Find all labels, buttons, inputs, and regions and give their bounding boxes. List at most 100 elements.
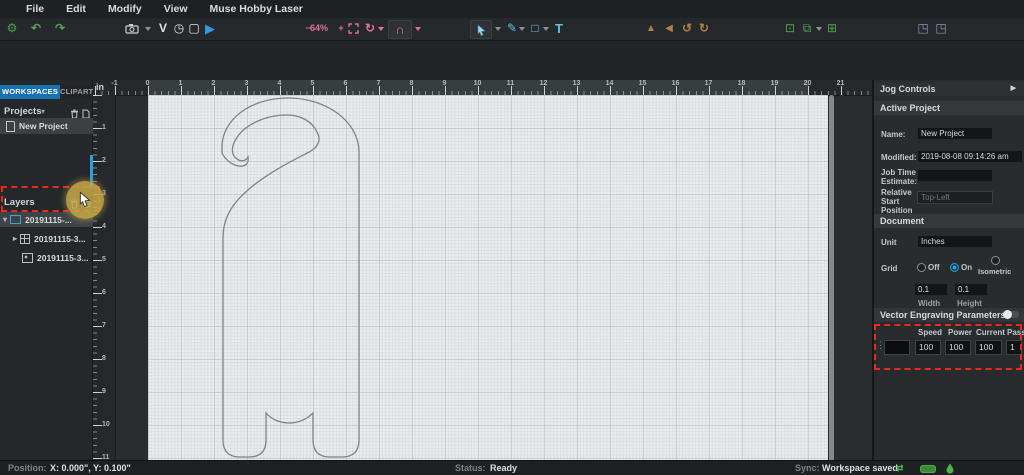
height-label: Height: [957, 299, 982, 308]
rectangle-tool-icon[interactable]: □: [527, 20, 543, 37]
layer-row-vector[interactable]: ▸ 20191115-3...: [0, 230, 93, 247]
job-timer-icon[interactable]: ◷: [171, 20, 187, 37]
select-cursor-tool[interactable]: [470, 20, 492, 39]
flip-horizontal-icon[interactable]: ◀: [661, 20, 677, 37]
layer-expand-caret[interactable]: ▸: [13, 234, 17, 243]
layer-row-image[interactable]: 20191115-3...: [0, 250, 93, 266]
unit-select[interactable]: Inches: [917, 235, 993, 248]
vertical-ruler: 123456789101112: [93, 95, 116, 475]
pan-view-icon[interactable]: ↻: [362, 20, 378, 37]
array-copy-icon[interactable]: ⊞: [824, 20, 840, 37]
ruler-label: 11: [494, 80, 527, 90]
row-drag-handle-icon[interactable]: ⋮: [876, 340, 884, 351]
trace-frame-icon[interactable]: ▢: [186, 20, 202, 37]
text-tool-icon[interactable]: T: [551, 20, 567, 37]
duplicate-caret[interactable]: [816, 27, 822, 31]
rotate-cw-icon[interactable]: ↻: [696, 20, 712, 37]
redo-icon[interactable]: ↷: [52, 20, 68, 37]
current-input[interactable]: 100: [975, 340, 1002, 355]
menu-item[interactable]: Muse Hobby Laser: [210, 3, 303, 15]
snap-magnet-icon[interactable]: ∩: [388, 20, 412, 39]
position-label: Position:: [8, 461, 47, 475]
layers-header: Layers: [4, 197, 35, 208]
power-input[interactable]: 100: [945, 340, 971, 355]
speed-input[interactable]: 100: [915, 340, 941, 355]
menu-item[interactable]: Modify: [108, 3, 142, 15]
grid-on-radio[interactable]: [950, 263, 959, 272]
ruler-label: 14: [593, 80, 626, 90]
canvas-vertical-scrollbar[interactable]: [829, 95, 834, 475]
snap-magnet-caret[interactable]: [415, 27, 421, 31]
mouse-cursor-icon: [79, 191, 91, 207]
layer-name: 20191115-3...: [37, 253, 89, 263]
application-window: File Edit Modify View Muse Hobby Laser ⚙ ↶ ↷…: [0, 0, 1024, 475]
ruler-label: 15: [626, 80, 659, 90]
col-speed: Speed: [918, 328, 942, 337]
grid-off-radio[interactable]: [917, 263, 926, 272]
tab-clipart[interactable]: CLIPART: [60, 85, 93, 99]
grid-off-label[interactable]: Off: [928, 263, 940, 272]
laser-power-a-icon[interactable]: ◳: [915, 20, 931, 37]
jog-controls-header[interactable]: Jog Controls ▶: [874, 82, 1024, 96]
zoom-level[interactable]: 64%: [310, 20, 328, 37]
project-list-item[interactable]: New Project: [0, 118, 93, 134]
tab-workspaces[interactable]: WORKSPACES: [0, 85, 60, 99]
menu-item[interactable]: Edit: [66, 3, 86, 15]
status-bar: Position: X: 0.000", Y: 0.100" Status: R…: [0, 460, 1024, 475]
vector-params-header[interactable]: Vector Engraving Parameters ▼: [874, 308, 1024, 322]
ruler-label: 4: [263, 80, 296, 90]
fit-to-selection-icon[interactable]: ⊡: [782, 20, 798, 37]
passes-input[interactable]: 1: [1006, 340, 1022, 355]
rectangle-tool-caret[interactable]: [543, 27, 549, 31]
project-name-input[interactable]: New Project: [917, 127, 993, 140]
vector-job-icon[interactable]: V: [155, 20, 171, 37]
status-label: Status:: [455, 461, 486, 475]
vector-params-toggle[interactable]: [1004, 311, 1019, 318]
layer-expand-caret[interactable]: ▾: [3, 215, 7, 224]
pan-view-caret[interactable]: [378, 27, 384, 31]
ruler-label: 13: [560, 80, 593, 90]
ruler-label: 2: [197, 80, 230, 90]
horizontal-ruler: -10123456789101112131415161718192021 in: [93, 80, 872, 96]
ruler-label: 6: [329, 80, 362, 90]
grid-isometric-radio[interactable]: [991, 256, 1000, 265]
document-section-header: Document: [874, 214, 1024, 228]
ruler-label: 8: [395, 80, 428, 90]
select-tool-caret[interactable]: [495, 27, 501, 31]
flip-vertical-icon[interactable]: ▲: [643, 20, 659, 37]
design-shape-door-hanger[interactable]: [148, 95, 828, 475]
pen-tool-caret[interactable]: [519, 27, 525, 31]
duplicate-icon[interactable]: ⧉: [799, 20, 815, 37]
pen-tool-icon[interactable]: ✎: [504, 20, 520, 37]
rotate-ccw-icon[interactable]: ↺: [679, 20, 695, 37]
projects-caret[interactable]: ▾: [41, 107, 45, 116]
menu-item[interactable]: File: [26, 3, 44, 15]
layer-color-swatch[interactable]: [884, 340, 910, 355]
ruler-label: 16: [659, 80, 692, 90]
project-name: New Project: [19, 121, 68, 131]
zoom-fit-expand-icon[interactable]: [345, 20, 361, 37]
col-current: Current: [976, 328, 1005, 337]
jog-expand-arrow-icon[interactable]: ▶: [1011, 82, 1016, 96]
layer-vector-rect-icon: [10, 215, 21, 224]
menu-item[interactable]: View: [164, 3, 188, 15]
settings-gear-icon[interactable]: ⚙: [4, 20, 20, 37]
job-time-value: [917, 169, 993, 182]
jog-controls-title: Jog Controls: [880, 84, 936, 94]
camera-dropdown-caret[interactable]: [145, 27, 151, 31]
grid-height-input[interactable]: 0.1: [954, 283, 988, 296]
relative-start-position-select[interactable]: Top-Left: [917, 191, 993, 204]
sync-arrows-icon: ⇄: [896, 461, 904, 475]
laser-power-b-icon[interactable]: ◳: [933, 20, 949, 37]
vector-params-title: Vector Engraving Parameters: [880, 310, 1006, 320]
grid-isometric-label[interactable]: Isometric: [978, 267, 1011, 276]
content-area: WORKSPACES CLIPART Projects ▾ New Projec…: [0, 40, 1024, 460]
projects-header: Projects: [4, 106, 42, 117]
grid-on-label[interactable]: On: [961, 263, 972, 272]
undo-icon[interactable]: ↶: [28, 20, 44, 37]
canvas-document[interactable]: [148, 95, 828, 475]
ruler-label: 20: [791, 80, 824, 90]
camera-capture-icon[interactable]: [124, 20, 140, 37]
run-job-play-icon[interactable]: ▶: [202, 20, 218, 37]
grid-width-input[interactable]: 0.1: [914, 283, 948, 296]
